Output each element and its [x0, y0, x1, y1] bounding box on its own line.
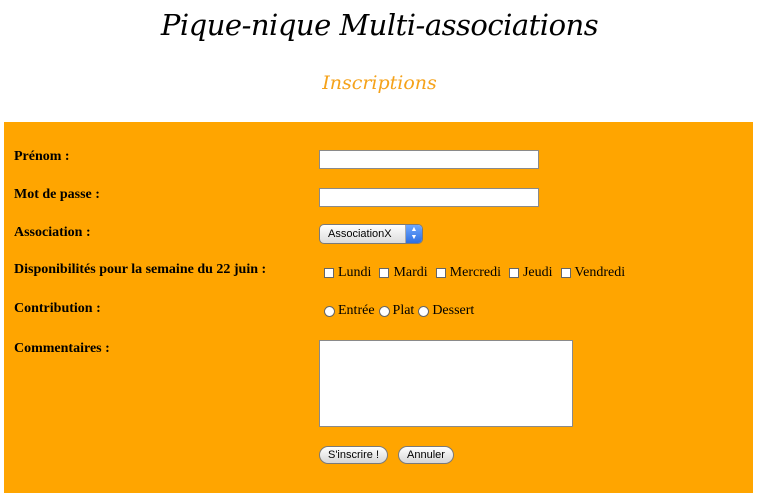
prenom-input[interactable] [319, 150, 539, 169]
option-vendredi[interactable]: Vendredi [560, 265, 625, 281]
contribution-label: Contribution : [14, 301, 101, 316]
prenom-label: Prénom : [14, 149, 70, 164]
disponibilites-options: Lundi Mardi Mercredi Jeudi Vendredi [324, 265, 633, 281]
password-input[interactable] [319, 188, 539, 207]
commentaires-label: Commentaires : [14, 341, 110, 356]
option-mercredi[interactable]: Mercredi [435, 265, 501, 281]
option-mardi[interactable]: Mardi [379, 265, 428, 281]
select-arrows-icon: ▲ ▼ [405, 225, 422, 243]
disponibilites-label: Disponibilités pour la semaine du 22 jui… [14, 262, 267, 277]
option-plat[interactable]: Plat [378, 303, 414, 319]
checkbox[interactable] [508, 268, 519, 278]
association-selected-value: AssociationX [328, 228, 392, 240]
option-dessert[interactable]: Dessert [418, 303, 474, 319]
option-entree[interactable]: Entrée [324, 303, 375, 319]
submit-button[interactable]: S'inscrire ! [319, 446, 388, 464]
option-jeudi[interactable]: Jeudi [508, 265, 553, 281]
cancel-button[interactable]: Annuler [398, 446, 454, 464]
password-label: Mot de passe : [14, 187, 100, 202]
radio-button[interactable] [418, 305, 430, 317]
contribution-options: Entrée Plat Dessert [324, 303, 482, 319]
checkbox[interactable] [379, 268, 390, 278]
page-title: Pique-nique Multi-associations [160, 8, 599, 42]
commentaires-textarea[interactable] [319, 340, 573, 427]
association-label: Association : [14, 225, 91, 240]
radio-button[interactable] [378, 305, 390, 317]
registration-form: Prénom : Mot de passe : Association : As… [4, 122, 753, 493]
association-select[interactable]: AssociationX ▲ ▼ [319, 224, 423, 244]
radio-button[interactable] [324, 305, 335, 317]
checkbox[interactable] [324, 268, 334, 278]
checkbox[interactable] [435, 268, 446, 278]
page-subtitle: Inscriptions [322, 72, 437, 94]
option-lundi[interactable]: Lundi [324, 265, 371, 281]
checkbox[interactable] [560, 268, 571, 278]
